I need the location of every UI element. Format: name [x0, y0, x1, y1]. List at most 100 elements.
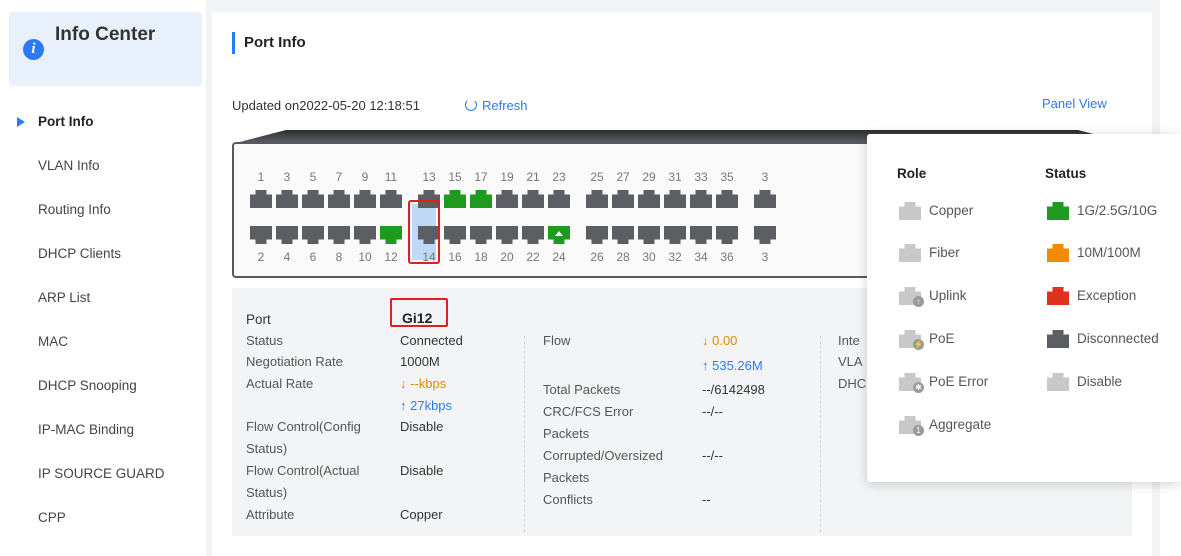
- port-17[interactable]: [470, 190, 492, 208]
- refresh-button[interactable]: Refresh: [465, 98, 528, 113]
- info-center-title: Info Center: [55, 24, 156, 45]
- port-30[interactable]: [638, 226, 660, 244]
- sidebar-item-dhcp-clients[interactable]: DHCP Clients: [0, 232, 206, 276]
- port-32[interactable]: [664, 226, 686, 244]
- port-number-25: 25: [590, 170, 604, 184]
- port-7[interactable]: [328, 190, 350, 208]
- sidebar-item-ip-source-guard[interactable]: IP SOURCE GUARD: [0, 452, 206, 496]
- port-15[interactable]: [444, 190, 466, 208]
- port-27[interactable]: [612, 190, 634, 208]
- port-1[interactable]: [250, 190, 272, 208]
- legend-role-label: Aggregate: [929, 417, 992, 432]
- port-26[interactable]: [586, 226, 608, 244]
- flow-up: ↑ 535.26M: [702, 357, 763, 375]
- port-shape: [276, 190, 298, 208]
- info-center-header: i Info Center: [9, 12, 202, 86]
- actual-rate-up: ↑ 27kbps: [400, 397, 452, 415]
- port-number-21: 21: [526, 170, 540, 184]
- port-6[interactable]: [302, 226, 324, 244]
- title-accent-bar: [232, 32, 235, 54]
- port-number-5: 5: [309, 170, 317, 184]
- port-number-18: 18: [474, 250, 488, 264]
- sidebar-item-routing-info[interactable]: Routing Info: [0, 188, 206, 232]
- port-11[interactable]: [380, 190, 402, 208]
- legend-status-label: Disable: [1077, 374, 1123, 389]
- status-swatch-icon: [1047, 330, 1069, 348]
- port-number-30: 30: [642, 250, 656, 264]
- port-28[interactable]: [612, 226, 634, 244]
- port-10[interactable]: [354, 226, 376, 244]
- port-number-22: 22: [526, 250, 540, 264]
- port-31[interactable]: [664, 190, 686, 208]
- sidebar-item-cpp[interactable]: CPP: [0, 496, 206, 540]
- sidebar-item-ip-mac-binding[interactable]: IP-MAC Binding: [0, 408, 206, 452]
- status-swatch-icon: [1047, 244, 1069, 262]
- port-34[interactable]: [690, 226, 712, 244]
- port-shape: [586, 226, 608, 244]
- refresh-icon: [465, 99, 477, 111]
- port-24[interactable]: [548, 226, 570, 244]
- negotiation-rate-label: Negotiation Rate: [246, 354, 343, 369]
- role-badge-icon: ✱: [913, 382, 924, 393]
- port-number-11: 11: [384, 170, 398, 184]
- column-divider: [820, 336, 821, 532]
- sidebar-item-dhcp-snooping[interactable]: DHCP Snooping: [0, 364, 206, 408]
- port-3[interactable]: [754, 190, 776, 208]
- port-number-16: 16: [448, 250, 462, 264]
- port-shape: [716, 190, 738, 208]
- port-name: Gi12: [402, 310, 433, 326]
- port-19[interactable]: [496, 190, 518, 208]
- sidebar-item-port-info[interactable]: Port Info: [0, 100, 206, 144]
- flow-down-text: ↓ 0.00: [702, 333, 738, 348]
- port-4[interactable]: [276, 226, 298, 244]
- sidebar-item-vlan-info[interactable]: VLAN Info: [0, 144, 206, 188]
- port-swatch-icon: [899, 202, 921, 220]
- legend-status-label: 10M/100M: [1077, 245, 1141, 260]
- uplink-arrow-icon: [555, 231, 563, 236]
- port-label: Port: [246, 312, 271, 327]
- port-22[interactable]: [522, 226, 544, 244]
- port-shape: [470, 226, 492, 244]
- port-number-20: 20: [500, 250, 514, 264]
- flow-down: ↓ 0.00: [702, 332, 737, 350]
- sidebar-nav: Port Info VLAN Info Routing Info DHCP Cl…: [0, 100, 206, 540]
- port-number-2: 2: [257, 250, 265, 264]
- caret-right-icon: [17, 117, 25, 127]
- legend-role-label: Uplink: [929, 288, 967, 303]
- port-8[interactable]: [328, 226, 350, 244]
- panel-view-link[interactable]: Panel View: [1042, 96, 1107, 111]
- port-shape: [302, 190, 324, 208]
- legend-role-label: Copper: [929, 203, 974, 218]
- port-3[interactable]: [276, 190, 298, 208]
- port-number-9: 9: [361, 170, 369, 184]
- port-36[interactable]: [716, 226, 738, 244]
- port-25[interactable]: [586, 190, 608, 208]
- port-number-8: 8: [335, 250, 343, 264]
- port-21[interactable]: [522, 190, 544, 208]
- port-shape: [250, 226, 272, 244]
- port-shape: [612, 190, 634, 208]
- port-29[interactable]: [638, 190, 660, 208]
- port-3[interactable]: [754, 226, 776, 244]
- negotiation-rate-value: 1000M: [400, 354, 440, 369]
- role-badge-icon: 1: [913, 425, 924, 436]
- port-number-33: 33: [694, 170, 708, 184]
- port-20[interactable]: [496, 226, 518, 244]
- total-packets-label: Total Packets: [543, 382, 621, 397]
- port-number-31: 31: [668, 170, 682, 184]
- port-23[interactable]: [548, 190, 570, 208]
- role-badge-icon: ↑: [913, 296, 924, 307]
- sidebar-item-label: IP SOURCE GUARD: [38, 466, 165, 481]
- port-9[interactable]: [354, 190, 376, 208]
- port-number-36: 36: [720, 250, 734, 264]
- port-2[interactable]: [250, 226, 272, 244]
- port-12[interactable]: [380, 226, 402, 244]
- sidebar-item-label: VLAN Info: [38, 158, 100, 173]
- port-35[interactable]: [716, 190, 738, 208]
- sidebar-item-mac[interactable]: MAC: [0, 320, 206, 364]
- port-18[interactable]: [470, 226, 492, 244]
- port-16[interactable]: [444, 226, 466, 244]
- port-33[interactable]: [690, 190, 712, 208]
- port-5[interactable]: [302, 190, 324, 208]
- sidebar-item-arp-list[interactable]: ARP List: [0, 276, 206, 320]
